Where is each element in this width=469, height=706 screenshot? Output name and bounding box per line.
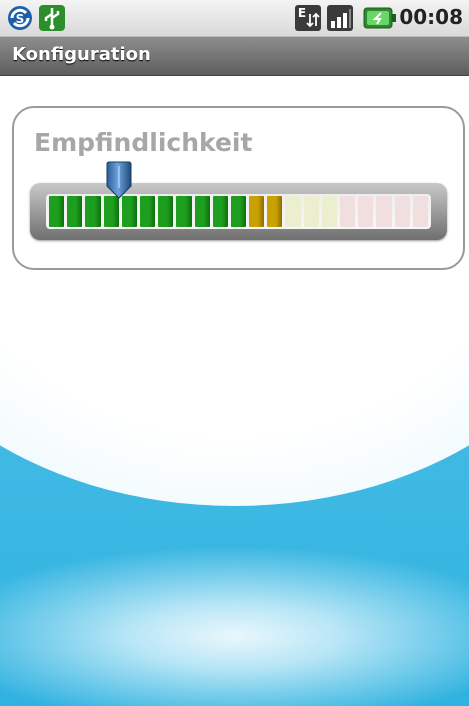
level-segment-green xyxy=(158,196,174,227)
status-bar: S E 00:08 xyxy=(0,0,469,37)
level-segment-yellow xyxy=(267,196,283,227)
level-segments xyxy=(49,196,428,227)
sensitivity-panel: Empfindlichkeit xyxy=(12,106,465,270)
level-segment-green xyxy=(67,196,83,227)
sensitivity-label: Empfindlichkeit xyxy=(34,128,253,157)
clock: 00:08 xyxy=(399,5,463,29)
level-segment-inactive xyxy=(340,196,356,227)
sync-app-icon: S xyxy=(8,6,32,30)
svg-text:S: S xyxy=(16,12,25,26)
page-title: Konfiguration xyxy=(12,44,151,65)
level-segment-green xyxy=(139,196,156,227)
level-segment-green xyxy=(194,196,210,227)
level-segment-inactive xyxy=(303,196,319,227)
slider-thumb[interactable] xyxy=(106,161,132,199)
signal-icon xyxy=(327,5,353,31)
battery-icon xyxy=(363,7,396,29)
usb-icon xyxy=(39,5,65,31)
level-segment-inactive xyxy=(321,196,337,227)
level-segment-inactive xyxy=(394,196,410,227)
level-segment-inactive xyxy=(412,196,428,227)
slider-track xyxy=(46,194,431,229)
level-segment-green xyxy=(230,196,247,227)
sensitivity-slider[interactable] xyxy=(30,183,447,240)
level-segment-inactive xyxy=(285,196,301,227)
level-segment-inactive xyxy=(376,196,392,227)
level-segment-green xyxy=(85,196,101,227)
level-segment-green xyxy=(121,196,137,227)
svg-text:E: E xyxy=(298,6,306,20)
level-segment-inactive xyxy=(358,196,374,227)
level-segment-green xyxy=(176,196,192,227)
level-segment-yellow xyxy=(249,196,265,227)
edge-data-icon: E xyxy=(295,5,321,31)
title-bar: Konfiguration xyxy=(0,37,469,76)
level-segment-green xyxy=(49,196,65,227)
level-segment-green xyxy=(212,196,228,227)
level-segment-green xyxy=(103,196,119,227)
